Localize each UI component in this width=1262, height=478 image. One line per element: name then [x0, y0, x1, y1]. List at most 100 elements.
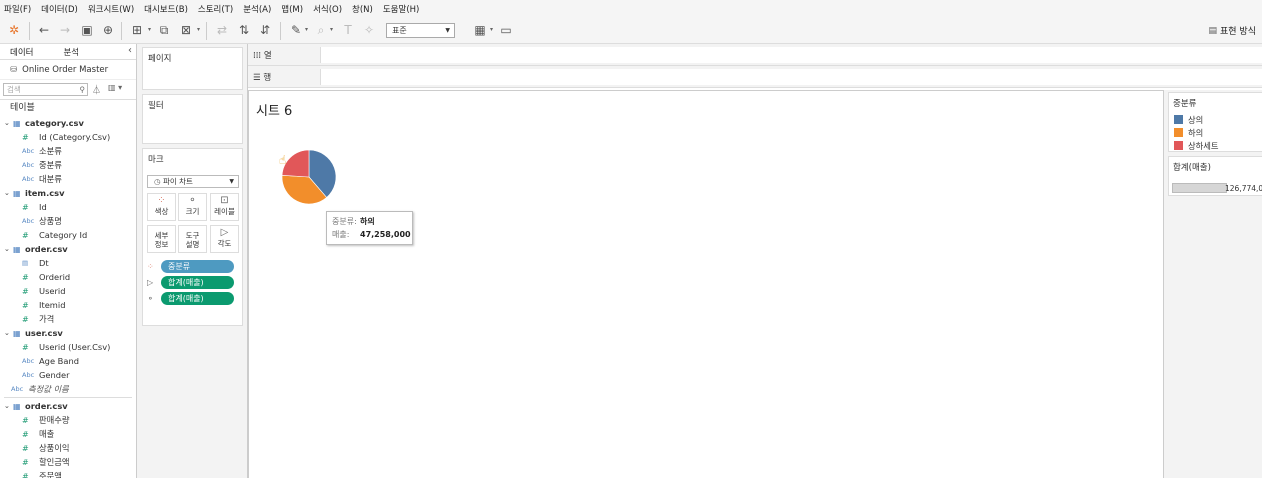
columns-shelf[interactable]: ⁞⁞⁞ 열	[248, 44, 1262, 66]
field-item[interactable]: Abc 상품명	[0, 214, 136, 228]
field-item[interactable]: Abc 소분류	[0, 144, 136, 158]
field-item[interactable]: ▤ Dt	[0, 256, 136, 270]
string-type-icon: Abc	[11, 385, 24, 393]
menu-story[interactable]: 스토리(T)	[198, 3, 233, 15]
table-icon: ▦	[13, 188, 21, 198]
legend-swatch	[1174, 128, 1183, 137]
toolbar: ✲ ← → ▣ ⊕ ⊞ ▾ ⧉ ⊠ ▾ ⇄ ⇅ ⇵ ✎ ▾ ⌕ ▾ T ✧ ▦ …	[0, 18, 1262, 44]
sort-asc-icon[interactable]: ⇅	[236, 22, 252, 38]
menu-data[interactable]: 데이터(D)	[41, 3, 78, 15]
filter-icon[interactable]: ⏃	[92, 83, 101, 96]
field-item[interactable]: # Category Id	[0, 228, 136, 242]
field-item[interactable]: # Userid (User.Csv)	[0, 340, 136, 354]
menu-help[interactable]: 도움말(H)	[383, 3, 419, 15]
field-item[interactable]: # Id	[0, 200, 136, 214]
new-worksheet-icon[interactable]: ⊞	[129, 22, 145, 38]
table-header[interactable]: ⌄ ▦ item.csv	[0, 186, 136, 200]
field-item[interactable]: # Orderid	[0, 270, 136, 284]
menu-window[interactable]: 창(N)	[352, 3, 373, 15]
angle-button[interactable]: ▷ 각도	[210, 225, 239, 253]
device-preview-icon[interactable]: ▭	[498, 22, 514, 38]
table-header[interactable]: ⌄ ▦ order.csv	[0, 242, 136, 256]
legend-item[interactable]: 상의	[1169, 113, 1262, 126]
fit-select[interactable]: 표준 ▼	[386, 23, 455, 38]
group-icon[interactable]: ⌕	[313, 22, 329, 38]
new-datasource-icon[interactable]: ⊕	[100, 22, 116, 38]
menu-analysis[interactable]: 분석(A)	[243, 3, 271, 15]
tableau-logo-icon[interactable]: ✲	[6, 22, 22, 38]
view-options-icon[interactable]: ▥ ▾	[108, 83, 122, 92]
number-type-icon: #	[22, 443, 29, 453]
search-input[interactable]: 검색 ⚲	[3, 83, 88, 96]
label-button[interactable]: ⊡ 레이블	[210, 193, 239, 221]
field-item[interactable]: Abc Gender	[0, 368, 136, 382]
color-pill-row: ⁘ 중분류	[147, 260, 234, 273]
table-header[interactable]: ⌄ ▦ category.csv	[0, 116, 136, 130]
undo-icon[interactable]: ←	[36, 22, 52, 38]
pill-color-field[interactable]: 중분류	[161, 260, 234, 273]
legend-item[interactable]: 상하세트	[1169, 139, 1262, 152]
shelves-column: 페이지 필터 마크 ◷ 파이 차트 ▼ ⁘ 색상 ⚬ 크기 ⊡ 레이블 세부 정보 도…	[137, 44, 248, 478]
table-header[interactable]: ⌄ ▦ order.csv	[0, 399, 136, 413]
size-legend[interactable]: 합계(매출) 126,774,00	[1168, 156, 1262, 196]
field-item[interactable]: # Id (Category.Csv)	[0, 130, 136, 144]
table-header[interactable]: ⌄ ▦ user.csv	[0, 326, 136, 340]
sort-desc-icon[interactable]: ⇵	[257, 22, 273, 38]
field-item[interactable]: # 매출	[0, 427, 136, 441]
rows-drop-area[interactable]	[320, 69, 1262, 85]
pill-angle-field[interactable]: 합계(매출)	[161, 276, 234, 289]
color-button[interactable]: ⁘ 색상	[147, 193, 176, 221]
mark-type-select[interactable]: ◷ 파이 차트 ▼	[147, 175, 239, 188]
menu-dashboard[interactable]: 대시보드(B)	[144, 3, 188, 15]
tab-analysis[interactable]: 분석	[53, 44, 89, 59]
rows-shelf[interactable]: ☰ 행	[248, 66, 1262, 88]
table-icon: ▦	[13, 328, 21, 338]
datasource-item[interactable]: ⛁ Online Order Master	[0, 60, 136, 80]
field-item[interactable]: # 상품이익	[0, 441, 136, 455]
pin-icon[interactable]: ✧	[361, 22, 377, 38]
legend-item[interactable]: 하의	[1169, 126, 1262, 139]
duplicate-sheet-icon[interactable]: ⧉	[156, 22, 172, 38]
collapse-pane-icon[interactable]: ‹	[128, 45, 132, 56]
sheet-title: 시트 6	[256, 104, 293, 119]
save-icon[interactable]: ▣	[79, 22, 95, 38]
menu-file[interactable]: 파일(F)	[4, 3, 31, 15]
labels-icon[interactable]: T	[340, 22, 356, 38]
pages-card[interactable]: 페이지	[142, 47, 243, 90]
menu-map[interactable]: 맵(M)	[281, 3, 303, 15]
show-me-button[interactable]: ▤ 표현 방식	[1209, 24, 1257, 38]
pie-chart[interactable]	[279, 147, 339, 207]
menu-worksheet[interactable]: 워크시트(W)	[88, 3, 134, 15]
tab-data[interactable]: 데이터	[0, 44, 43, 59]
measure-names-field[interactable]: Abc 측정값 이름	[0, 382, 136, 396]
field-item[interactable]: # Itemid	[0, 298, 136, 312]
field-item[interactable]: # 판매수량	[0, 413, 136, 427]
field-item[interactable]: # 주문액	[0, 469, 136, 478]
presentation-icon[interactable]: ▦	[472, 22, 488, 38]
filters-card[interactable]: 필터	[142, 94, 243, 144]
color-legend[interactable]: 중분류 상의 하의 상하세트	[1168, 92, 1262, 152]
field-name: 대분류	[39, 174, 62, 184]
view-canvas[interactable]: 시트 6 ☝ 중분류: 하의 매출: 47,258,000	[248, 90, 1163, 478]
field-item[interactable]: # Userid	[0, 284, 136, 298]
size-button[interactable]: ⚬ 크기	[178, 193, 207, 221]
redo-icon[interactable]: →	[57, 22, 73, 38]
string-type-icon: Abc	[22, 147, 35, 155]
number-type-icon: #	[22, 300, 29, 310]
detail-button[interactable]: 세부 정보	[147, 225, 176, 253]
clear-sheet-icon[interactable]: ⊠	[178, 22, 194, 38]
pill-size-field[interactable]: 합계(매출)	[161, 292, 234, 305]
columns-drop-area[interactable]	[320, 47, 1262, 63]
angle-icon: ▷	[147, 278, 154, 287]
field-item[interactable]: # 가격	[0, 312, 136, 326]
swap-icon[interactable]: ⇄	[214, 22, 230, 38]
field-item[interactable]: Abc 중분류	[0, 158, 136, 172]
legend-pane: 중분류 상의 하의 상하세트 합계(매출) 126,774,00	[1163, 90, 1262, 478]
menu-format[interactable]: 서식(O)	[313, 3, 342, 15]
field-item[interactable]: Abc 대분류	[0, 172, 136, 186]
tooltip-button[interactable]: 도구 설명	[178, 225, 207, 253]
field-item[interactable]: Abc Age Band	[0, 354, 136, 368]
highlight-icon[interactable]: ✎	[288, 22, 304, 38]
angle-icon: ▷	[220, 227, 229, 238]
field-item[interactable]: # 할인금액	[0, 455, 136, 469]
